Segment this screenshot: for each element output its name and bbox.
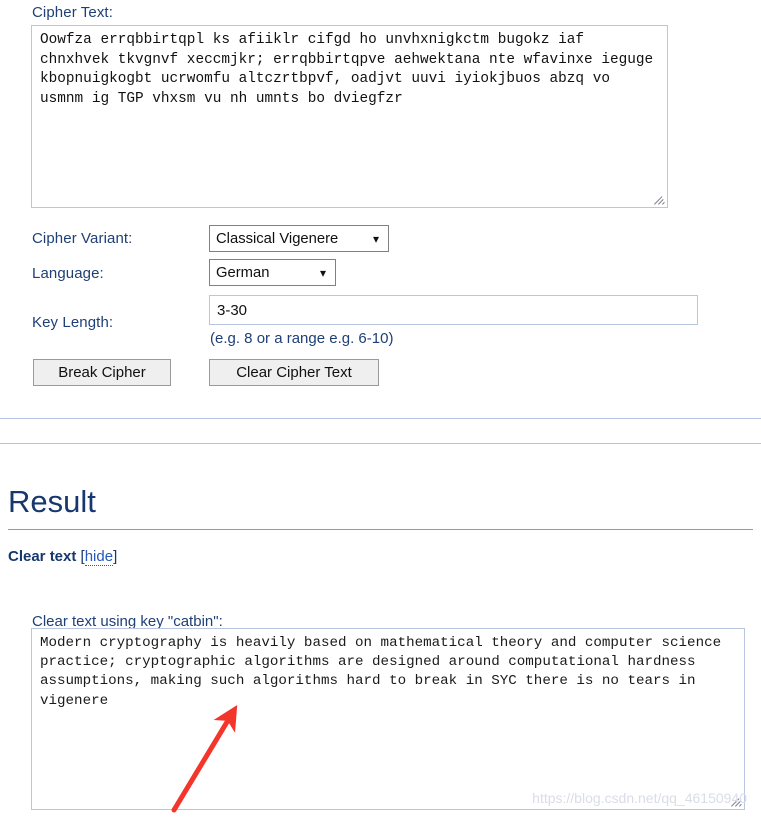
cipher-text-value: Oowfza errqbbirtqpl ks afiiklr cifgd ho … bbox=[40, 32, 662, 107]
cipher-variant-label: Cipher Variant: bbox=[32, 230, 133, 247]
result-heading: Result bbox=[8, 484, 96, 519]
clear-text-label: Clear text bbox=[8, 548, 77, 565]
hide-link[interactable]: hide bbox=[84, 548, 114, 566]
language-selected-value: German bbox=[216, 264, 270, 281]
language-select[interactable]: German ▾ bbox=[209, 259, 336, 286]
break-cipher-button[interactable]: Break Cipher bbox=[33, 359, 171, 386]
result-heading-rule bbox=[8, 529, 753, 530]
page-root: Cipher Text: Oowfza errqbbirtqpl ks afii… bbox=[0, 0, 761, 820]
cipher-variant-selected-value: Classical Vigenere bbox=[216, 230, 339, 247]
key-length-input[interactable] bbox=[209, 295, 698, 325]
cipher-variant-select[interactable]: Classical Vigenere ▾ bbox=[209, 225, 389, 252]
clear-cipher-text-button[interactable]: Clear Cipher Text bbox=[209, 359, 379, 386]
section-divider-bottom bbox=[0, 443, 761, 444]
resize-handle-icon[interactable] bbox=[652, 192, 666, 206]
clear-text-header: Clear text [hide] bbox=[8, 548, 118, 566]
cipher-text-textarea[interactable]: Oowfza errqbbirtqpl ks afiiklr cifgd ho … bbox=[31, 25, 668, 208]
chevron-down-icon: ▾ bbox=[372, 231, 380, 246]
hide-close-bracket: ] bbox=[113, 548, 118, 565]
clear-text-result-textarea[interactable]: Modern cryptography is heavily based on … bbox=[31, 628, 745, 810]
cipher-text-label: Cipher Text: bbox=[32, 4, 113, 21]
clear-text-result-value: Modern cryptography is heavily based on … bbox=[40, 635, 730, 709]
key-length-hint: (e.g. 8 or a range e.g. 6-10) bbox=[210, 330, 394, 347]
key-length-label: Key Length: bbox=[32, 314, 114, 331]
chevron-down-icon: ▾ bbox=[319, 265, 327, 280]
section-divider-top bbox=[0, 418, 761, 419]
resize-handle-icon[interactable] bbox=[729, 794, 743, 808]
language-label: Language: bbox=[32, 265, 104, 282]
